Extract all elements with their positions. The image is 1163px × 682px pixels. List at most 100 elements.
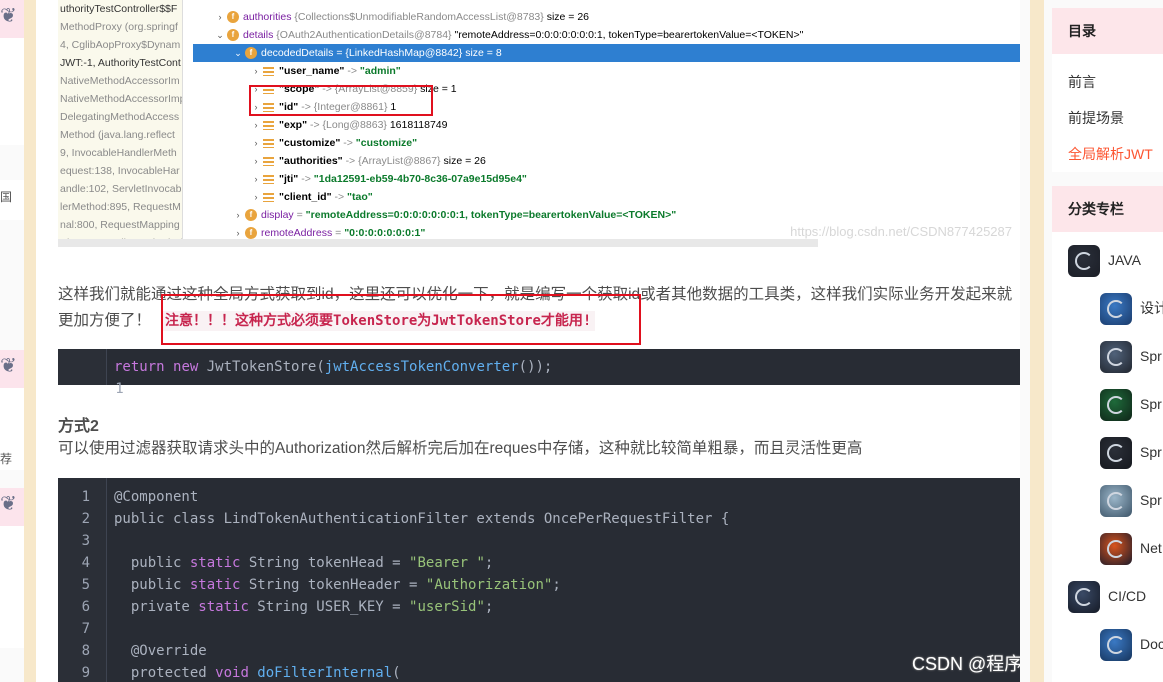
field-icon: f	[245, 209, 257, 222]
map-entry-icon	[263, 192, 274, 202]
stack-frame[interactable]: 4, CglibAopProxy$Dynam	[58, 36, 182, 54]
category-item[interactable]: JAVA	[1068, 243, 1141, 278]
variable-row[interactable]: › "user_name" -> "admin"	[193, 62, 401, 80]
stack-frame[interactable]: nal:800, RequestMapping	[58, 216, 182, 234]
category-item[interactable]: 设计	[1100, 291, 1163, 326]
variable-row[interactable]: › "exp" -> {Long@8863} 1618118749	[193, 116, 448, 134]
category-item[interactable]: CI/CD	[1068, 579, 1147, 614]
category-thumbnail	[1100, 389, 1132, 422]
stack-frame[interactable]: equest:138, InvocableHar	[58, 162, 182, 180]
stack-frame[interactable]: NativeMethodAccessorIm	[58, 72, 182, 90]
expand-arrow-icon[interactable]: ›	[249, 188, 263, 206]
code-line: 6 private static String USER_KEY = "user…	[81, 599, 494, 615]
variable-type: =	[335, 227, 342, 239]
category-label: 设计	[1140, 300, 1163, 316]
category-title: 分类专栏	[1052, 186, 1163, 232]
variable-type: -> {Long@8863}	[309, 119, 387, 131]
stack-frame[interactable]: uthorityTestController$$F	[58, 0, 182, 18]
variable-row[interactable]: ⌄ f details {OAuth2AuthenticationDetails@8…	[193, 26, 803, 44]
variable-type: ->	[347, 65, 357, 77]
toc-item[interactable]: 前言	[1052, 64, 1163, 100]
category-item[interactable]: Spr	[1100, 387, 1162, 422]
category-label: Doc	[1140, 636, 1163, 652]
variable-row[interactable]: › "client_id" -> "tao"	[193, 188, 373, 206]
map-entry-icon	[263, 120, 274, 130]
expand-arrow-icon[interactable]: ›	[249, 62, 263, 80]
article-paragraph: 可以使用过滤器获取请求头中的Authorization然后解析完后加在reque…	[58, 440, 863, 457]
map-entry-icon	[263, 138, 274, 148]
toc-item[interactable]: 前提场景	[1052, 100, 1163, 136]
variable-row[interactable]: › "jti" -> "1da12591-eb59-4b70-8c36-07a9e…	[193, 170, 527, 188]
stack-frame[interactable]: JWT:-1, AuthorityTestCont	[58, 54, 182, 72]
category-label: Spr	[1140, 444, 1162, 460]
code-line: 5 public static String tokenHeader = "Au…	[81, 577, 561, 593]
stack-frame[interactable]: Method (java.lang.reflect	[58, 126, 182, 144]
feather-icon: ❦	[0, 355, 17, 377]
variable-value: "remoteAddress=0:0:0:0:0:0:0:1, tokenTyp…	[305, 209, 677, 221]
variable-row[interactable]: › f authorities {Collections$UnmodifiableR…	[193, 8, 589, 26]
variable-type: {OAuth2AuthenticationDetails@8784}	[276, 29, 452, 41]
feather-icon: ❦	[0, 493, 17, 515]
category-item[interactable]: Spr	[1100, 339, 1162, 374]
variable-type: =	[296, 209, 303, 221]
expand-arrow-icon[interactable]: ›	[213, 8, 227, 26]
category-item[interactable]: Net	[1100, 531, 1162, 566]
right-decor-stripe	[1030, 0, 1044, 682]
collapse-arrow-icon[interactable]: ⌄	[213, 26, 227, 44]
blog-watermark: https://blog.csdn.net/CSDN877425287	[790, 224, 1012, 239]
category-item[interactable]: Spr	[1100, 483, 1162, 518]
stack-frame[interactable]: MethodProxy (org.springf	[58, 18, 182, 36]
category-thumbnail	[1100, 437, 1132, 470]
highlight-box-id	[249, 85, 433, 116]
code-line: 9 protected void doFilterInternal(	[81, 665, 401, 681]
variable-value: size = 26	[443, 155, 486, 167]
field-icon: f	[227, 29, 239, 42]
expand-arrow-icon[interactable]: ›	[231, 206, 245, 224]
variable-name: authorities	[243, 11, 292, 23]
left-card: ❦ 荐	[0, 350, 24, 470]
variable-value: size = 8	[465, 47, 502, 59]
category-thumbnail	[1068, 581, 1100, 614]
left-decor-stripe	[24, 0, 36, 682]
stack-frame[interactable]: 9, InvocableHandlerMeth	[58, 144, 182, 162]
variable-value: "remoteAddress=0:0:0:0:0:0:0:1, tokenTyp…	[454, 29, 804, 41]
stack-frame[interactable]: andle:102, ServletInvocab	[58, 180, 182, 198]
variable-row[interactable]: › f display = "remoteAddress=0:0:0:0:0:0:0…	[193, 206, 676, 224]
variable-row[interactable]: › "authorities" -> {ArrayList@8867} size …	[193, 152, 486, 170]
variable-name: decodedDetails	[261, 47, 334, 59]
stack-frame[interactable]: DelegatingMethodAccess	[58, 108, 182, 126]
variable-name: display	[261, 209, 294, 221]
category-label: Spr	[1140, 492, 1162, 508]
variable-row[interactable]: › "customize" -> "customize"	[193, 134, 418, 152]
variable-value: "0:0:0:0:0:0:0:1"	[344, 227, 426, 239]
left-text: 国	[0, 190, 13, 204]
variable-value: 1618118749	[389, 119, 448, 131]
variable-row[interactable]: ⌄ f decodedDetails = {LinkedHashMap@8842} …	[193, 44, 1020, 62]
highlight-box-notice	[161, 294, 641, 345]
expand-arrow-icon[interactable]: ›	[249, 134, 263, 152]
expand-arrow-icon[interactable]: ›	[249, 116, 263, 134]
code-block[interactable]: 1 return new JwtTokenStore(jwtAccessToken…	[58, 349, 1020, 397]
toc-item-active[interactable]: 全局解析JWT	[1052, 136, 1163, 172]
collapse-arrow-icon[interactable]: ⌄	[231, 44, 245, 62]
left-sidebar: ❦ 国 ❦ 荐 ❦	[0, 0, 36, 682]
category-item[interactable]: Spr	[1100, 435, 1162, 470]
stack-frame[interactable]: lerMethod:895, RequestM	[58, 198, 182, 216]
left-card: ❦	[0, 0, 24, 145]
category-label: CI/CD	[1108, 588, 1147, 604]
map-entry-icon	[263, 174, 274, 184]
code-block[interactable]: 1 @Component 2 public class LindTokenAuthe…	[58, 478, 1020, 682]
stack-frame[interactable]: NativeMethodAccessorImp	[58, 90, 182, 108]
horizontal-scrollbar[interactable]	[58, 239, 818, 247]
variable-name: "client_id"	[279, 191, 332, 203]
expand-arrow-icon[interactable]: ›	[249, 170, 263, 188]
category-thumbnail	[1100, 485, 1132, 518]
section-heading: 方式2	[58, 418, 99, 435]
category-label: Spr	[1140, 396, 1162, 412]
code-line: 1 @Component	[81, 489, 199, 505]
variable-type: = {LinkedHashMap@8842}	[336, 47, 463, 59]
variable-name: "user_name"	[279, 65, 345, 77]
category-item[interactable]: Doc	[1100, 627, 1163, 662]
category-label: Net	[1140, 540, 1162, 556]
expand-arrow-icon[interactable]: ›	[249, 152, 263, 170]
